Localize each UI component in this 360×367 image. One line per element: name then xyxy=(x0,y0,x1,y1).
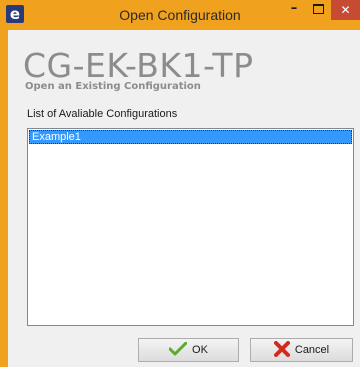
ok-label: OK xyxy=(192,344,208,356)
configurations-listbox[interactable]: Example1 xyxy=(27,128,354,326)
minimize-button[interactable]: – xyxy=(282,0,306,20)
product-subtitle: Open an Existing Configuration xyxy=(25,81,201,92)
close-button[interactable]: ✕ xyxy=(331,0,360,20)
checkmark-icon xyxy=(168,341,188,359)
list-label: List of Avaliable Configurations xyxy=(27,108,178,120)
maximize-button[interactable] xyxy=(309,0,327,20)
maximize-icon xyxy=(312,4,324,14)
list-item[interactable]: Example1 xyxy=(29,130,352,144)
cancel-button[interactable]: Cancel xyxy=(250,338,353,362)
title-bar[interactable]: e Open Configuration – ✕ xyxy=(0,0,360,30)
dialog-window: e Open Configuration – ✕ CG-EK-BK1-TP Op… xyxy=(0,0,360,367)
window-title: Open Configuration xyxy=(119,7,241,23)
cancel-label: Cancel xyxy=(294,344,330,356)
red-x-icon xyxy=(273,340,290,360)
ok-button[interactable]: OK xyxy=(138,338,239,362)
product-title: CG-EK-BK1-TP xyxy=(23,46,254,85)
